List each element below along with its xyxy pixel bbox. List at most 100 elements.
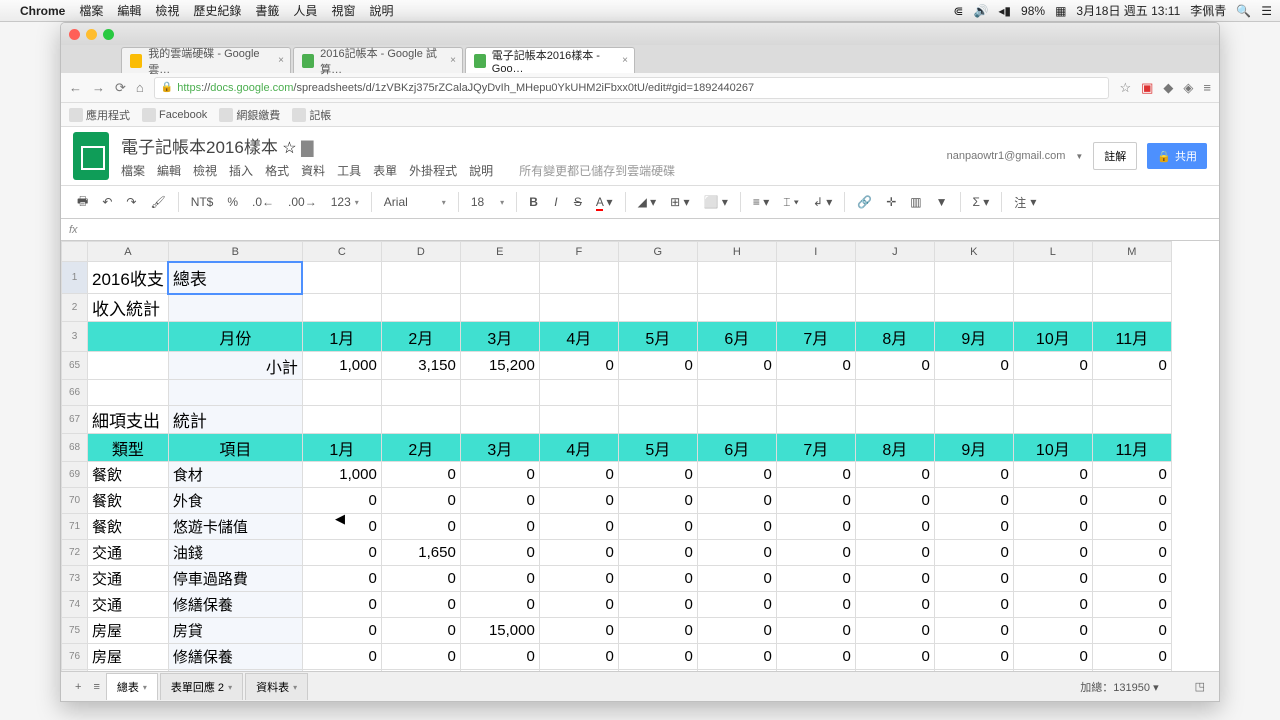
cell[interactable]: 0 xyxy=(539,618,618,644)
mac-menu-item[interactable]: 說明 xyxy=(369,4,393,18)
wifi-icon[interactable]: ⋐ xyxy=(953,4,963,18)
cell[interactable]: 1月 xyxy=(302,434,381,462)
browser-tab[interactable]: 2016記帳本 - Google 試算… × xyxy=(293,47,463,73)
col-header[interactable]: K xyxy=(934,242,1013,262)
cell[interactable]: 0 xyxy=(618,644,697,670)
doc-title[interactable]: 電子記帳本2016樣本 xyxy=(121,138,278,157)
cell[interactable]: 0 xyxy=(1013,540,1092,566)
bookmark-item[interactable]: 記帳 xyxy=(292,107,331,123)
cell[interactable]: 0 xyxy=(302,540,381,566)
share-button[interactable]: 🔒共用 xyxy=(1147,143,1207,169)
row-header[interactable]: 69 xyxy=(62,462,88,488)
cell[interactable] xyxy=(302,294,381,322)
cell[interactable]: 0 xyxy=(1092,540,1171,566)
cell[interactable]: 0 xyxy=(934,540,1013,566)
cell[interactable]: 0 xyxy=(460,592,539,618)
sheet-tab[interactable]: 資料表▾ xyxy=(245,673,308,700)
cell[interactable]: 0 xyxy=(1013,462,1092,488)
cell[interactable]: 0 xyxy=(1013,644,1092,670)
font-size[interactable]: 18▾ xyxy=(467,195,508,209)
cell[interactable]: 5月 xyxy=(618,434,697,462)
close-tab-icon[interactable]: × xyxy=(622,55,628,66)
cell[interactable]: 0 xyxy=(934,514,1013,540)
cell[interactable]: 0 xyxy=(1092,462,1171,488)
cell[interactable]: 餐飲 xyxy=(88,462,169,488)
cell[interactable]: 15,200 xyxy=(460,352,539,380)
cell[interactable]: 0 xyxy=(934,488,1013,514)
cell[interactable]: 0 xyxy=(460,540,539,566)
cell[interactable]: 0 xyxy=(776,566,855,592)
cell[interactable]: 0 xyxy=(697,352,776,380)
cell[interactable]: 房貸 xyxy=(168,618,302,644)
cell[interactable] xyxy=(776,380,855,406)
bookmark-item[interactable]: Facebook xyxy=(142,108,207,122)
star-doc-icon[interactable]: ☆ xyxy=(282,140,296,157)
all-sheets-icon[interactable]: ≡ xyxy=(87,677,105,697)
window-close-icon[interactable] xyxy=(69,29,80,40)
cell[interactable]: 0 xyxy=(460,644,539,670)
cell[interactable]: 小計 xyxy=(168,352,302,380)
cell[interactable]: 項目 xyxy=(168,434,302,462)
col-header[interactable]: H xyxy=(697,242,776,262)
bold-icon[interactable]: B xyxy=(525,192,542,212)
sheets-menu-item[interactable]: 外掛程式 xyxy=(409,162,457,179)
cell[interactable] xyxy=(1013,294,1092,322)
cell[interactable]: 外食 xyxy=(168,488,302,514)
cell[interactable] xyxy=(88,322,169,352)
app-name[interactable]: Chrome xyxy=(20,4,65,18)
sheet-tab[interactable]: 總表▾ xyxy=(106,673,158,700)
spreadsheet-grid[interactable]: ABCDEFGHIJKLM12016收支總表2收入統計3月份1月2月3月4月5月… xyxy=(61,241,1219,702)
cell[interactable]: 0 xyxy=(1013,566,1092,592)
cell[interactable] xyxy=(618,406,697,434)
volume-icon[interactable]: 🔊 xyxy=(973,4,988,18)
cell[interactable]: 0 xyxy=(381,592,460,618)
cell[interactable] xyxy=(1092,406,1171,434)
cell[interactable]: 統計 xyxy=(168,406,302,434)
nav-fwd-icon[interactable]: → xyxy=(92,80,105,95)
cell[interactable]: 交通 xyxy=(88,592,169,618)
cell[interactable]: 0 xyxy=(460,514,539,540)
halign-icon[interactable]: ≡ ▾ xyxy=(749,192,773,212)
account-email[interactable]: nanpaowtr1@gmail.com xyxy=(947,150,1066,162)
col-header[interactable]: D xyxy=(381,242,460,262)
cell[interactable] xyxy=(1092,262,1171,294)
dec-inc-icon[interactable]: .00→ xyxy=(284,192,321,212)
cell[interactable]: 總表 xyxy=(168,262,302,294)
sheets-menu-item[interactable]: 說明 xyxy=(469,162,493,179)
sheets-menu-item[interactable]: 編輯 xyxy=(157,162,181,179)
cell[interactable]: 0 xyxy=(697,514,776,540)
cell[interactable]: 0 xyxy=(855,352,934,380)
cell[interactable]: 0 xyxy=(460,566,539,592)
sheets-menu-item[interactable]: 資料 xyxy=(301,162,325,179)
undo-icon[interactable]: ↶ xyxy=(98,192,116,212)
cell[interactable]: 6月 xyxy=(697,322,776,352)
cell[interactable] xyxy=(934,294,1013,322)
row-header[interactable]: 75 xyxy=(62,618,88,644)
col-header[interactable]: A xyxy=(88,242,169,262)
cell[interactable]: 0 xyxy=(618,592,697,618)
cell[interactable]: 0 xyxy=(618,488,697,514)
cell[interactable]: 0 xyxy=(618,514,697,540)
row-header[interactable]: 74 xyxy=(62,592,88,618)
cell[interactable]: 0 xyxy=(776,618,855,644)
cell[interactable]: 0 xyxy=(1013,618,1092,644)
comment-icon[interactable]: ✛ xyxy=(882,192,900,212)
cell[interactable] xyxy=(934,262,1013,294)
cell[interactable] xyxy=(539,406,618,434)
sheet-tab[interactable]: 表單回應 2▾ xyxy=(160,673,243,700)
window-min-icon[interactable] xyxy=(86,29,97,40)
cell[interactable]: 0 xyxy=(776,644,855,670)
cell[interactable]: 0 xyxy=(697,592,776,618)
link-icon[interactable]: 🔗 xyxy=(853,192,876,212)
mac-menu-item[interactable]: 編輯 xyxy=(117,4,141,18)
cell[interactable] xyxy=(460,406,539,434)
cell[interactable] xyxy=(539,262,618,294)
italic-icon[interactable]: I xyxy=(548,192,564,212)
cell[interactable]: 收入統計 xyxy=(88,294,169,322)
cell[interactable] xyxy=(381,406,460,434)
close-tab-icon[interactable]: × xyxy=(278,55,284,66)
cell[interactable]: 0 xyxy=(855,592,934,618)
cell[interactable]: 0 xyxy=(697,462,776,488)
cell[interactable]: 7月 xyxy=(776,322,855,352)
browser-tab[interactable]: 電子記帳本2016樣本 - Goo… × xyxy=(465,47,635,73)
